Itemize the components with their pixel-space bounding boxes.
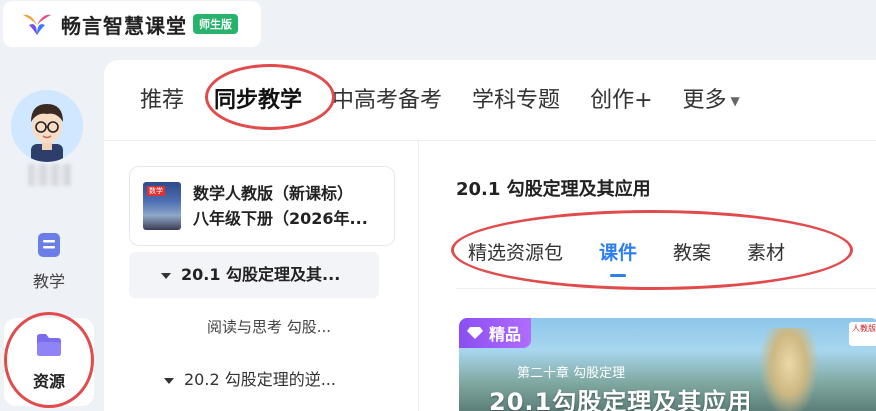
premium-badge: 精品 <box>459 318 532 348</box>
top-tabs: 推荐 同步教学 中高考备考 学科专题 创作+ 更多 ▼ <box>140 82 770 114</box>
expand-triangle-icon <box>164 377 174 384</box>
edition-badge: 师生版 <box>193 14 238 34</box>
app-logo-icon <box>23 14 51 35</box>
sidebar-item-label: 资源 <box>32 372 65 391</box>
sidebar-item-label: 教学 <box>32 272 65 291</box>
publisher-tag: 人教版 <box>849 322 876 346</box>
main-panel: 推荐 同步教学 中高考备考 学科专题 创作+ 更多 ▼ 数学 数学人教版（新课标）… <box>104 60 876 411</box>
book-title-line2: 八年级下册（2026年... <box>193 209 368 228</box>
caret-down-icon: ▼ <box>730 94 740 108</box>
tab-more[interactable]: 更多 ▼ <box>683 82 740 114</box>
subtab-divider <box>456 288 876 289</box>
sidebar-item-resources[interactable]: 资源 <box>4 318 94 406</box>
teaching-icon <box>38 233 60 257</box>
tab-subject-topics[interactable]: 学科专题 <box>472 82 560 114</box>
book-cover-label: 数学 <box>147 186 165 196</box>
tab-more-label: 更多 <box>682 88 727 113</box>
avatar[interactable] <box>11 90 83 162</box>
user-name-redacted <box>28 164 72 186</box>
tree-item-20-2[interactable]: 20.2 勾股定理的逆... <box>164 366 336 390</box>
app-title: 畅言智慧课堂 <box>61 13 187 38</box>
courseware-card[interactable]: 精品 人教版 第二十章 勾股定理 20.1勾股定理及其应用 <box>459 318 876 411</box>
card-chapter: 第二十章 勾股定理 <box>517 366 626 381</box>
tab-create[interactable]: 创作+ <box>590 82 652 114</box>
resource-type-tabs: 精选资源包 课件 教案 素材 <box>468 238 821 265</box>
tab-lesson-plan[interactable]: 教案 <box>673 238 711 265</box>
tab-resource-pack[interactable]: 精选资源包 <box>468 238 563 265</box>
tree-item-20-1[interactable]: 20.1 勾股定理及其... <box>129 252 379 298</box>
diamond-icon <box>467 327 483 339</box>
book-title-line1: 数学人教版（新课标） <box>193 184 354 203</box>
tree-subitem-reading[interactable]: 阅读与思考 勾股... <box>207 316 331 337</box>
expand-triangle-icon <box>161 272 171 279</box>
user-avatar-icon <box>11 90 83 162</box>
tree-item-label: 20.1 勾股定理及其... <box>181 265 341 284</box>
tab-sync-teaching[interactable]: 同步教学 <box>214 82 302 114</box>
premium-badge-label: 精品 <box>489 325 522 344</box>
resource-folder-icon <box>37 334 61 356</box>
header-divider <box>104 140 876 141</box>
tab-recommend[interactable]: 推荐 <box>140 82 184 114</box>
card-title: 20.1勾股定理及其应用 <box>489 388 753 411</box>
book-cover-image: 数学 <box>143 182 181 230</box>
column-divider <box>418 140 419 411</box>
app-logo-bar: 畅言智慧课堂 师生版 <box>3 1 261 47</box>
textbook-selector[interactable]: 数学 数学人教版（新课标） 八年级下册（2026年... <box>129 166 395 246</box>
tab-exam-prep[interactable]: 中高考备考 <box>332 82 442 114</box>
sidebar-item-teaching[interactable]: 教学 <box>4 230 94 292</box>
reed-decoration <box>759 328 819 411</box>
tab-materials[interactable]: 素材 <box>747 238 785 265</box>
tab-courseware[interactable]: 课件 <box>599 238 637 265</box>
tree-item-label: 20.2 勾股定理的逆... <box>184 370 336 389</box>
section-title: 20.1 勾股定理及其应用 <box>456 179 651 200</box>
